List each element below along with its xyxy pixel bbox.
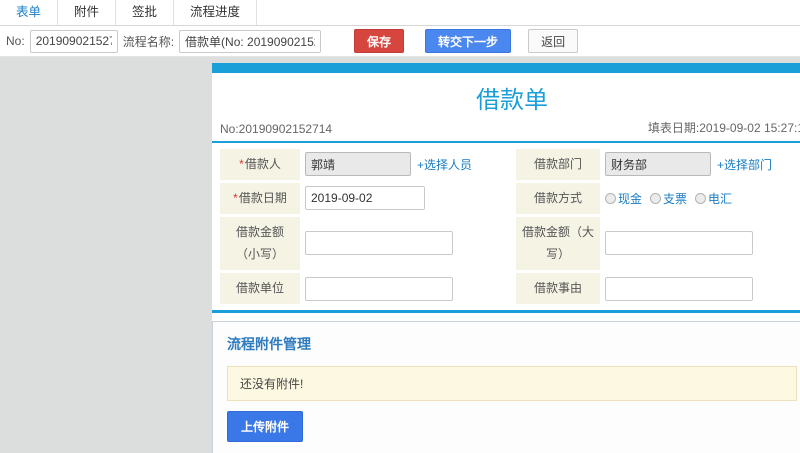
radio-wire[interactable]: 电汇 [695,190,732,207]
select-department-link[interactable]: +选择部门 [717,156,772,173]
loan-reason-field [603,273,800,304]
form-row-amount: 借款金额（小写） 借款金额（大写） [220,216,800,271]
loan-form-panel: 借款单 No:20190902152714 填表日期:2019-09-02 15… [212,63,800,453]
required-mark: * [233,190,238,205]
loan-form-table: *借款人 +选择人员 借款部门 +选择部门 *借款日期 [212,143,800,313]
tab-approval[interactable]: 签批 [116,0,175,25]
amount-lower-field [303,217,513,271]
radio-cash[interactable]: 现金 [605,190,642,207]
tab-form[interactable]: 表单 [0,0,59,25]
no-label: No: [6,34,25,48]
attachment-section: 流程附件管理 还没有附件! 上传附件 [212,320,800,453]
toolbar: No: 流程名称: 保存 转交下一步 返回 [0,26,800,57]
save-button[interactable]: 保存 [354,29,405,53]
loan-unit-label: 借款单位 [220,273,300,304]
amount-lower-input[interactable] [305,231,453,256]
back-button[interactable]: 返回 [528,29,579,53]
form-no-text: No:20190902152714 [220,122,333,136]
form-row-borrower: *借款人 +选择人员 借款部门 +选择部门 [220,149,800,180]
tab-progress[interactable]: 流程进度 [174,0,258,25]
loan-method-field: 现金 支票 电汇 [603,183,800,214]
flow-name-label: 流程名称: [122,34,175,49]
no-input[interactable] [29,29,118,53]
loan-date-label: *借款日期 [220,182,300,214]
department-field: +选择部门 [603,149,800,180]
upload-attachment-button[interactable]: 上传附件 [227,410,304,442]
amount-upper-field [603,217,800,271]
loan-unit-input[interactable] [305,276,453,301]
forward-next-step-button[interactable]: 转交下一步 [425,29,512,53]
loan-date-input[interactable] [305,186,425,211]
loan-unit-field [303,273,513,304]
amount-lower-label: 借款金额（小写） [220,216,300,271]
amount-upper-label: 借款金额（大写） [516,216,600,271]
no-attachment-alert: 还没有附件! [227,365,797,401]
attachment-heading: 流程附件管理 [227,335,311,352]
form-date-text: 填表日期:2019-09-02 15:27:1 [647,121,800,135]
form-row-unit-reason: 借款单位 借款事由 [220,273,800,304]
payment-method-radios: 现金 支票 电汇 [605,190,732,207]
required-mark: * [239,157,244,171]
radio-circle-icon[interactable] [695,192,707,204]
borrower-input[interactable] [305,152,411,177]
borrower-field: +选择人员 [303,149,513,180]
department-input[interactable] [605,152,711,177]
form-row-date-method: *借款日期 借款方式 现金 支票 [220,182,800,214]
loan-date-field [303,183,513,214]
content-area: 借款单 No:20190902152714 填表日期:2019-09-02 15… [0,57,800,453]
loan-reason-input[interactable] [605,276,753,301]
amount-upper-input[interactable] [605,231,753,256]
form-meta-row: No:20190902152714 填表日期:2019-09-02 15:27:… [212,117,800,143]
form-title: 借款单 [476,87,548,114]
loan-method-label: 借款方式 [516,182,600,214]
borrower-label: *借款人 [220,149,300,180]
tab-attachments[interactable]: 附件 [58,0,117,25]
flow-name-input[interactable] [179,29,322,53]
radio-circle-icon[interactable] [605,192,616,204]
department-label: 借款部门 [516,149,600,180]
tab-bar: 表单 附件 签批 流程进度 [0,0,800,26]
panel-top-bar [212,63,800,73]
loan-reason-label: 借款事由 [516,273,600,304]
radio-cheque[interactable]: 支票 [650,190,687,207]
radio-circle-icon[interactable] [650,192,662,204]
select-person-link[interactable]: +选择人员 [417,156,472,173]
